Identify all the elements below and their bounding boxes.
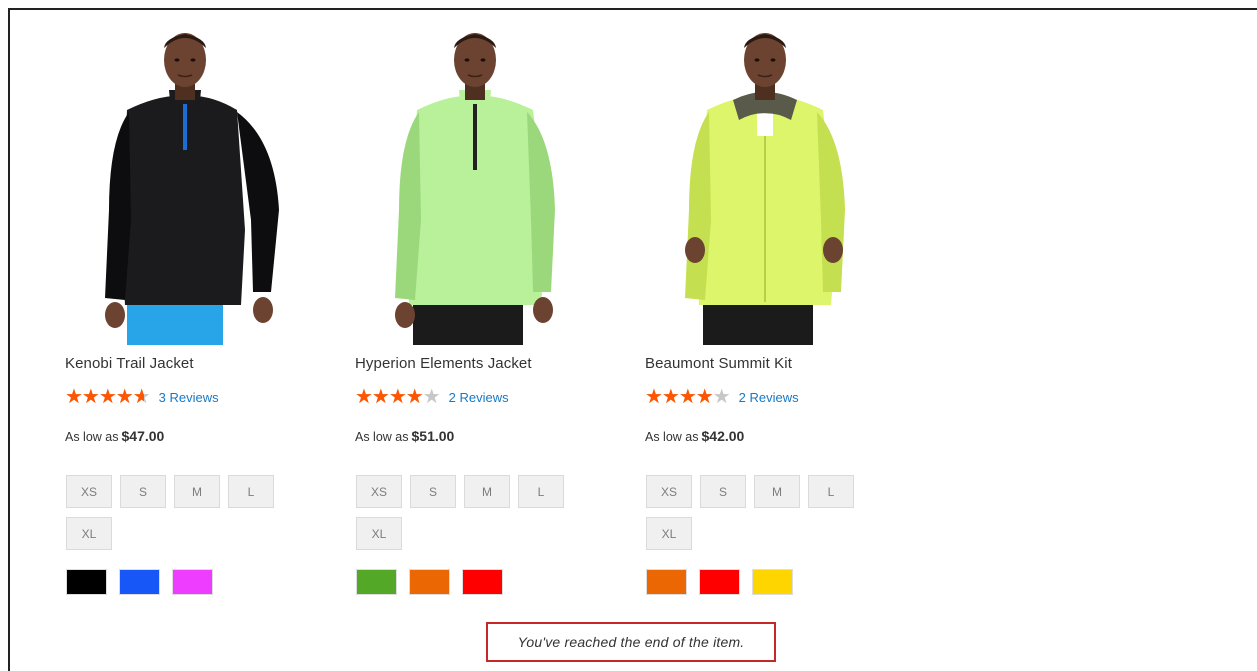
product-card[interactable]: Hyperion Elements Jacket ★★★★★★★★★★ 2 Re…: [355, 30, 595, 595]
size-option-xs[interactable]: XS: [356, 475, 402, 508]
product-name-link[interactable]: Kenobi Trail Jacket: [65, 355, 194, 372]
model-jacket-icon: [395, 33, 555, 345]
size-option-xl[interactable]: XL: [356, 517, 402, 550]
color-swatch[interactable]: [172, 569, 213, 595]
product-rating: ★★★★★★★★★★ 2 Reviews: [645, 387, 799, 407]
price-amount: $47.00: [121, 428, 165, 444]
product-price: As low as $47.00: [65, 428, 164, 444]
size-option-xl[interactable]: XL: [66, 517, 112, 550]
color-swatch[interactable]: [462, 569, 503, 595]
product-photo[interactable]: [645, 30, 885, 345]
color-swatch[interactable]: [66, 569, 107, 595]
product-name-link[interactable]: Beaumont Summit Kit: [645, 355, 792, 372]
reviews-link[interactable]: 2 Reviews: [739, 390, 799, 405]
product-price: As low as $51.00: [355, 428, 454, 444]
reviews-link[interactable]: 2 Reviews: [449, 390, 509, 405]
size-option-s[interactable]: S: [700, 475, 746, 508]
price-amount: $42.00: [701, 428, 745, 444]
product-price: As low as $42.00: [645, 428, 744, 444]
product-photo[interactable]: [65, 30, 305, 345]
price-label: As low as: [355, 430, 409, 444]
price-label: As low as: [645, 430, 699, 444]
star-fill: ★★★★★: [645, 387, 713, 407]
size-option-m[interactable]: M: [464, 475, 510, 508]
product-rating: ★★★★★ ★★★★★ 3 Reviews: [65, 387, 219, 407]
price-label: As low as: [65, 430, 119, 444]
reviews-link[interactable]: 3 Reviews: [159, 390, 219, 405]
color-swatch[interactable]: [119, 569, 160, 595]
color-swatch[interactable]: [699, 569, 740, 595]
size-option-xs[interactable]: XS: [66, 475, 112, 508]
model-jacket-icon: [105, 33, 279, 345]
end-of-list-message: You've reached the end of the item.: [486, 622, 776, 662]
size-option-m[interactable]: M: [174, 475, 220, 508]
color-swatch[interactable]: [646, 569, 687, 595]
size-option-xs[interactable]: XS: [646, 475, 692, 508]
color-swatch[interactable]: [752, 569, 793, 595]
price-amount: $51.00: [411, 428, 455, 444]
color-swatch[interactable]: [356, 569, 397, 595]
color-swatch[interactable]: [409, 569, 450, 595]
size-option-m[interactable]: M: [754, 475, 800, 508]
product-photo[interactable]: [355, 30, 595, 345]
star-fill: ★★★★★: [355, 387, 423, 407]
product-name-link[interactable]: Hyperion Elements Jacket: [355, 355, 532, 372]
size-option-s[interactable]: S: [120, 475, 166, 508]
star-rating-icon: ★★★★★★★★★★: [65, 387, 151, 407]
size-option-xl[interactable]: XL: [646, 517, 692, 550]
model-jacket-icon: [685, 33, 845, 345]
size-option-s[interactable]: S: [410, 475, 456, 508]
star-rating-icon: ★★★★★★★★★★: [355, 387, 441, 407]
product-card[interactable]: Kenobi Trail Jacket ★★★★★ ★★★★★ 3 Reviews…: [65, 30, 305, 595]
star-rating-icon: ★★★★★★★★★★: [645, 387, 731, 407]
product-rating: ★★★★★★★★★★ 2 Reviews: [355, 387, 509, 407]
size-option-l[interactable]: L: [228, 475, 274, 508]
size-option-l[interactable]: L: [808, 475, 854, 508]
star-fill: ★★★★★: [65, 387, 144, 407]
product-card[interactable]: Beaumont Summit Kit ★★★★★★★★★★ 2 Reviews…: [645, 30, 885, 595]
size-option-l[interactable]: L: [518, 475, 564, 508]
